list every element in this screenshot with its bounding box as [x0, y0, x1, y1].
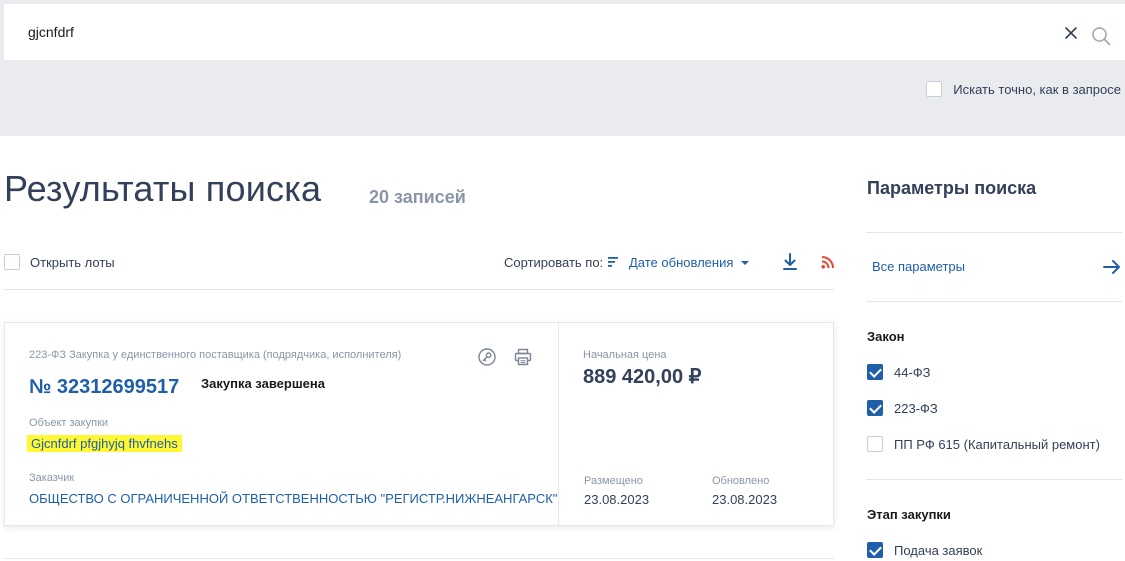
filter-label: 223-ФЗ: [894, 400, 938, 416]
search-icon[interactable]: [1091, 26, 1111, 46]
object-label: Объект закупки: [29, 417, 109, 429]
exact-search-checkbox[interactable]: Искать точно, как в запросе: [926, 81, 1121, 97]
law-heading: Закон: [867, 329, 905, 344]
arrow-right-icon[interactable]: [1102, 258, 1122, 276]
divider: [866, 232, 1122, 233]
search-params-title: Параметры поиска: [867, 178, 1037, 198]
sort-icon: [608, 257, 618, 267]
download-icon[interactable]: [782, 253, 798, 271]
sort-label: Сортировать по:: [504, 255, 604, 270]
checkbox[interactable]: [867, 542, 883, 558]
updated-label: Обновлено: [712, 475, 770, 487]
status-badge: Закупка завершена: [201, 376, 325, 391]
card-divider: [558, 323, 559, 525]
open-lots-checkbox[interactable]: Открыть лоты: [4, 254, 115, 270]
print-icon[interactable]: [514, 348, 532, 366]
open-lots-box[interactable]: [4, 254, 20, 270]
open-lots-label: Открыть лоты: [30, 254, 115, 270]
filter-label: ПП РФ 615 (Капитальный ремонт): [894, 436, 1100, 452]
chevron-down-icon[interactable]: [740, 259, 750, 267]
divider: [866, 479, 1122, 480]
updated-date: 23.08.2023: [712, 492, 778, 507]
stage-heading: Этап закупки: [867, 507, 951, 522]
price-label: Начальная цена: [583, 349, 667, 361]
divider: [866, 301, 1122, 302]
posted-date: 23.08.2023: [584, 492, 650, 507]
checkbox[interactable]: [867, 364, 883, 380]
filter-law-615[interactable]: ПП РФ 615 (Капитальный ремонт): [867, 436, 1100, 452]
customer-label: Заказчик: [29, 472, 75, 484]
search-band: Искать точно, как в запросе: [0, 0, 1125, 136]
filter-label: Подача заявок: [894, 542, 983, 558]
divider: [4, 289, 834, 290]
results-count: 20 записей: [369, 187, 466, 207]
rss-icon[interactable]: [821, 255, 835, 269]
sort-dropdown[interactable]: Дате обновления: [629, 255, 733, 270]
posted-label: Размещено: [584, 475, 643, 487]
page-title: Результаты поиска: [4, 168, 322, 209]
filter-stage-applications[interactable]: Подача заявок: [867, 542, 982, 558]
filter-law-223[interactable]: 223-ФЗ: [867, 400, 938, 416]
purchase-type: 223-ФЗ Закупка у единственного поставщик…: [29, 349, 402, 361]
customer-link[interactable]: ОБЩЕСТВО С ОГРАНИЧЕННОЙ ОТВЕТСТВЕННОСТЬЮ…: [29, 491, 557, 506]
key-icon[interactable]: [478, 348, 496, 366]
price-value: 889 420,00 ₽: [583, 366, 702, 388]
results-toolbar: Открыть лоты Сортировать по: Дате обновл…: [4, 251, 834, 275]
object-value: Gjcnfdrf pfgjhyjq fhvfnehs: [27, 435, 182, 452]
all-params-link[interactable]: Все параметры: [872, 259, 965, 274]
filter-label: 44-ФЗ: [894, 364, 931, 380]
exact-search-box[interactable]: [926, 81, 943, 97]
checkbox[interactable]: [867, 400, 883, 416]
checkbox[interactable]: [867, 436, 883, 452]
filter-law-44[interactable]: 44-ФЗ: [867, 364, 931, 380]
result-card: 223-ФЗ Закупка у единственного поставщик…: [4, 322, 834, 526]
exact-search-label: Искать точно, как в запросе: [953, 81, 1121, 97]
close-icon[interactable]: [1061, 23, 1081, 43]
search-input[interactable]: [28, 16, 1028, 48]
search-box: [4, 4, 1125, 60]
purchase-number-link[interactable]: № 32312699517: [29, 376, 179, 399]
